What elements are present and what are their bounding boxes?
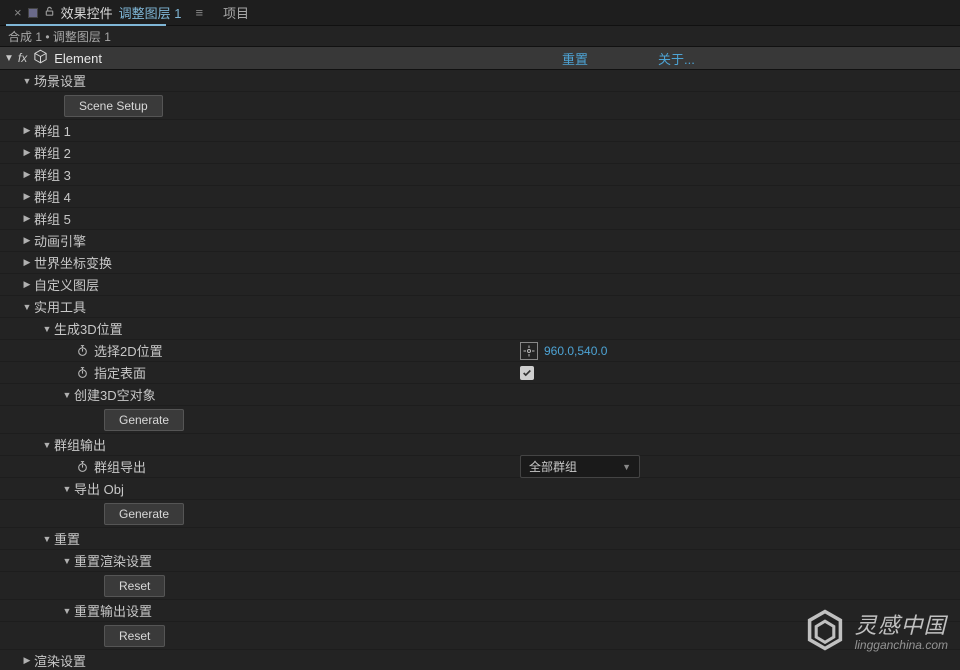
- stopwatch-icon[interactable]: [74, 365, 90, 381]
- twirl-icon[interactable]: [60, 556, 74, 566]
- label-specify-surface: 指定表面: [94, 363, 146, 382]
- label-group-export: 群组导出: [94, 457, 146, 476]
- twirl-icon[interactable]: [20, 279, 34, 290]
- label-group-output: 群组输出: [54, 435, 106, 454]
- group-export-obj[interactable]: 导出 Obj: [0, 478, 960, 500]
- group-reset-output[interactable]: 重置输出设置: [0, 600, 960, 622]
- twirl-icon[interactable]: [60, 606, 74, 616]
- group-generate-3d-position[interactable]: 生成3D位置: [0, 318, 960, 340]
- label-group-3: 群组 3: [34, 165, 71, 184]
- label-reset: 重置: [54, 529, 80, 548]
- twirl-icon[interactable]: [40, 440, 54, 450]
- solo-toggle-icon[interactable]: [28, 8, 38, 18]
- effect-header[interactable]: ▼ fx Element 重置 关于...: [0, 46, 960, 70]
- label-export-obj: 导出 Obj: [74, 479, 124, 498]
- effect-reset-link[interactable]: 重置: [562, 49, 588, 68]
- group-1[interactable]: 群组 1: [0, 120, 960, 142]
- twirl-icon[interactable]: [60, 484, 74, 494]
- row-scene-setup-button: Scene Setup: [0, 92, 960, 120]
- crosshair-picker-icon[interactable]: [520, 342, 538, 360]
- stopwatch-icon[interactable]: [74, 459, 90, 475]
- breadcrumb: 合成 1 • 调整图层 1: [0, 26, 960, 46]
- group-reset-render[interactable]: 重置渲染设置: [0, 550, 960, 572]
- label-reset-render: 重置渲染设置: [74, 551, 152, 570]
- group-4[interactable]: 群组 4: [0, 186, 960, 208]
- label-custom-layer: 自定义图层: [34, 275, 99, 294]
- generate-null-button[interactable]: Generate: [104, 409, 184, 431]
- label-reset-output: 重置输出设置: [74, 601, 152, 620]
- twirl-icon[interactable]: [20, 302, 34, 312]
- scene-setup-button[interactable]: Scene Setup: [64, 95, 163, 117]
- group-utilities[interactable]: 实用工具: [0, 296, 960, 318]
- label-render-settings: 渲染设置: [34, 651, 86, 670]
- effect-properties-tree: 场景设置 Scene Setup 群组 1 群组 2 群组 3 群组 4 群组 …: [0, 70, 960, 670]
- label-scene-settings: 场景设置: [34, 71, 86, 90]
- layer-name: 调整图层 1: [119, 3, 182, 22]
- twirl-icon[interactable]: [20, 235, 34, 246]
- label-world-transform: 世界坐标变换: [34, 253, 112, 272]
- prop-pick-2d-position[interactable]: 选择2D位置 960.0,540.0: [0, 340, 960, 362]
- group-world-transform[interactable]: 世界坐标变换: [0, 252, 960, 274]
- group-reset[interactable]: 重置: [0, 528, 960, 550]
- twirl-icon[interactable]: [20, 147, 34, 158]
- generate-obj-button[interactable]: Generate: [104, 503, 184, 525]
- stopwatch-icon[interactable]: [74, 343, 90, 359]
- label-group-5: 群组 5: [34, 209, 71, 228]
- select-group-export[interactable]: 全部群组 ▼: [520, 455, 640, 478]
- twirl-icon[interactable]: [20, 125, 34, 136]
- label-group-1: 群组 1: [34, 121, 71, 140]
- panel-tab-bar: × 效果控件 调整图层 1 ≡ 项目: [0, 0, 960, 26]
- row-reset-output-button: Reset: [0, 622, 960, 650]
- group-render-settings[interactable]: 渲染设置: [0, 650, 960, 670]
- twirl-icon[interactable]: [20, 257, 34, 268]
- twirl-icon[interactable]: [40, 324, 54, 334]
- tab-effect-controls[interactable]: × 效果控件 调整图层 1: [6, 0, 189, 26]
- row-generate-obj-button: Generate: [0, 500, 960, 528]
- group-2[interactable]: 群组 2: [0, 142, 960, 164]
- label-pick-2d-position: 选择2D位置: [94, 341, 163, 360]
- twirl-icon[interactable]: [20, 76, 34, 86]
- twirl-icon[interactable]: [20, 213, 34, 224]
- group-3[interactable]: 群组 3: [0, 164, 960, 186]
- group-5[interactable]: 群组 5: [0, 208, 960, 230]
- twirl-icon[interactable]: [40, 534, 54, 544]
- close-icon[interactable]: ×: [14, 5, 22, 20]
- lock-icon[interactable]: [44, 6, 55, 20]
- panel-menu-icon[interactable]: ≡: [195, 5, 203, 20]
- twirl-icon[interactable]: [60, 390, 74, 400]
- effect-twirl-icon[interactable]: ▼: [4, 53, 14, 64]
- group-group-output[interactable]: 群组输出: [0, 434, 960, 456]
- prop-specify-surface[interactable]: 指定表面: [0, 362, 960, 384]
- group-create-3d-null[interactable]: 创建3D空对象: [0, 384, 960, 406]
- tab-project[interactable]: 项目: [223, 3, 249, 22]
- reset-output-button[interactable]: Reset: [104, 625, 165, 647]
- row-reset-render-button: Reset: [0, 572, 960, 600]
- checkbox-specify-surface[interactable]: [520, 366, 534, 380]
- value-2d-position[interactable]: 960.0,540.0: [544, 344, 607, 358]
- label-generate-3d-position: 生成3D位置: [54, 319, 123, 338]
- label-group-2: 群组 2: [34, 143, 71, 162]
- cube-icon: [33, 49, 48, 67]
- row-generate-null-button: Generate: [0, 406, 960, 434]
- prop-group-export[interactable]: 群组导出 全部群组 ▼: [0, 456, 960, 478]
- effect-about-link[interactable]: 关于...: [658, 49, 695, 68]
- active-tab-underline: [6, 24, 166, 26]
- select-value: 全部群组: [529, 458, 577, 475]
- twirl-icon[interactable]: [20, 169, 34, 180]
- label-utilities: 实用工具: [34, 297, 86, 316]
- label-create-3d-null: 创建3D空对象: [74, 385, 156, 404]
- label-group-4: 群组 4: [34, 187, 71, 206]
- twirl-icon[interactable]: [20, 655, 34, 666]
- panel-title: 效果控件: [61, 3, 113, 22]
- reset-render-button[interactable]: Reset: [104, 575, 165, 597]
- group-custom-layer[interactable]: 自定义图层: [0, 274, 960, 296]
- label-animation-engine: 动画引擎: [34, 231, 86, 250]
- group-animation-engine[interactable]: 动画引擎: [0, 230, 960, 252]
- effect-name: Element: [54, 51, 102, 66]
- twirl-icon[interactable]: [20, 191, 34, 202]
- group-scene-settings[interactable]: 场景设置: [0, 70, 960, 92]
- chevron-down-icon: ▼: [622, 462, 631, 472]
- fx-badge-icon[interactable]: fx: [18, 51, 27, 65]
